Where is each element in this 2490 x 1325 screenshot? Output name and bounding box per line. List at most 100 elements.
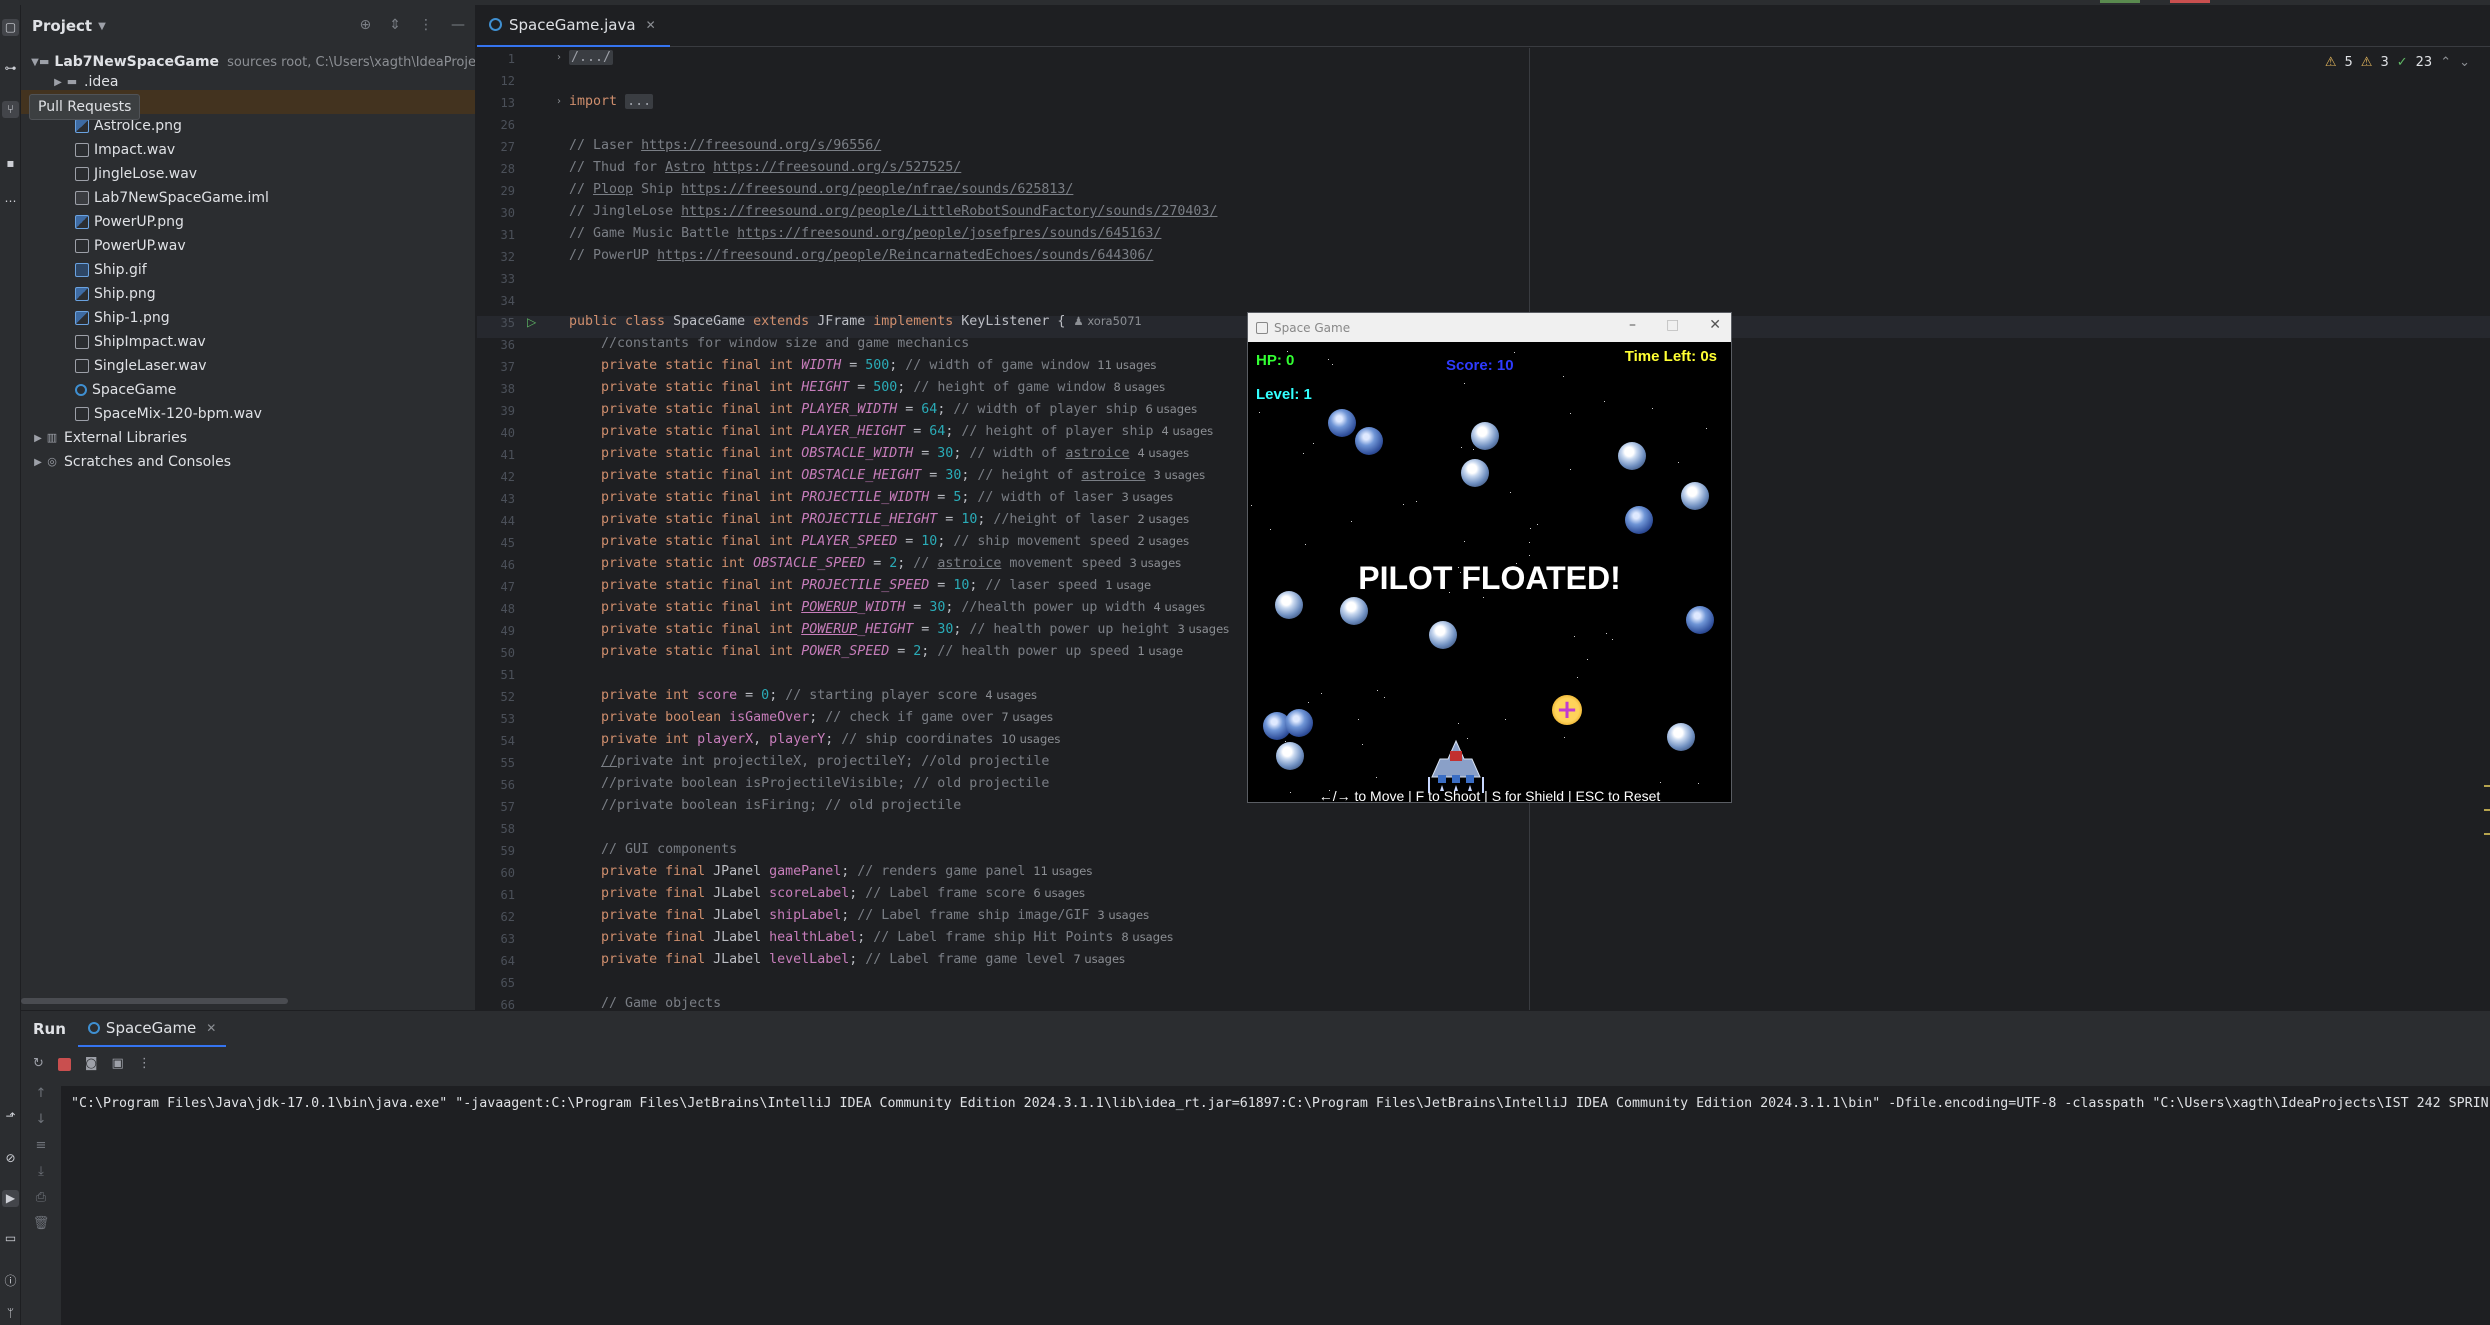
terminal-icon[interactable]: ▭ xyxy=(2,1230,19,1247)
star xyxy=(1377,690,1378,691)
warning-icon: ⚠ xyxy=(2324,55,2337,70)
chevron-right-icon[interactable]: ▶ xyxy=(51,77,65,88)
git-icon[interactable]: ᛘ xyxy=(2,1305,19,1322)
console-output[interactable]: "C:\Program Files\Java\jdk-17.0.1\bin\ja… xyxy=(61,1086,2490,1325)
health-powerup-icon: + xyxy=(1552,695,1582,725)
line-number: 62 xyxy=(500,910,515,924)
audio-file-icon xyxy=(75,407,89,421)
editor-tab[interactable]: SpaceGame.java ✕ xyxy=(477,5,670,47)
line-number: 63 xyxy=(500,932,515,946)
problems-icon[interactable]: ⓘ xyxy=(2,1273,19,1290)
star xyxy=(1403,504,1404,505)
star xyxy=(1358,719,1359,720)
run-gutter-icon[interactable]: ▷ xyxy=(527,315,536,329)
asteroid xyxy=(1686,606,1714,634)
fold-chevron-icon[interactable]: › xyxy=(557,52,561,63)
tree-item[interactable]: SpaceGame xyxy=(21,378,475,402)
tree-item[interactable]: SpaceMix-120-bpm.wav xyxy=(21,402,475,426)
tree-item[interactable]: ShipImpact.wav xyxy=(21,330,475,354)
asteroid xyxy=(1618,442,1646,470)
fold-chevron-icon[interactable]: › xyxy=(557,96,561,107)
commit-icon[interactable]: ⊶ xyxy=(2,60,19,77)
close-icon[interactable]: ✕ xyxy=(646,18,656,32)
tree-item-scratches[interactable]: ▶ ◎ Scratches and Consoles xyxy=(21,450,475,474)
tree-item[interactable]: Ship.png xyxy=(21,282,475,306)
tree-item-idea[interactable]: ▶ ▬ .idea xyxy=(21,74,475,90)
tree-item-external-libraries[interactable]: ▶ ▥ External Libraries xyxy=(21,426,475,450)
line-number: 26 xyxy=(500,118,515,132)
star xyxy=(1678,462,1679,463)
hp-label: HP: 0 xyxy=(1256,352,1295,369)
run-tab[interactable]: SpaceGame ✕ xyxy=(77,1011,227,1047)
library-icon: ▥ xyxy=(46,431,58,444)
more-icon[interactable]: ⋯ xyxy=(2,193,19,210)
scroll-to-end-icon[interactable]: ⤓ xyxy=(21,1164,61,1190)
game-canvas[interactable]: HP: 0 Score: 10 Time Left: 0s Level: 1 P… xyxy=(1248,342,1731,802)
tree-item[interactable]: Ship.gif xyxy=(21,258,475,282)
chevron-up-icon[interactable]: ⌃ xyxy=(2440,55,2451,70)
rerun-icon[interactable]: ↻ xyxy=(33,1056,44,1071)
star xyxy=(1510,492,1511,493)
star xyxy=(1612,639,1613,640)
tree-item[interactable]: PowerUP.png xyxy=(21,210,475,234)
space-game-window[interactable]: Space Game – □ ✕ HP: 0 Score: 10 Time Le… xyxy=(1247,312,1732,803)
screenshot-icon[interactable]: ◙ xyxy=(85,1056,98,1071)
tree-item[interactable]: JingleLose.wav xyxy=(21,162,475,186)
tree-item[interactable]: SingleLaser.wav xyxy=(21,354,475,378)
tree-item[interactable]: Ship-1.png xyxy=(21,306,475,330)
services-icon[interactable]: ⊘ xyxy=(2,1150,19,1167)
chevron-down-icon[interactable]: ⌄ xyxy=(2459,55,2470,70)
chevron-right-icon[interactable]: ▶ xyxy=(31,433,45,444)
soft-wrap-icon[interactable]: ≡ xyxy=(21,1138,61,1164)
minimize-icon[interactable]: – xyxy=(1629,317,1636,333)
hide-icon[interactable]: — xyxy=(451,17,465,33)
code-line: import ... xyxy=(569,94,654,109)
tree-root[interactable]: ▼ ▬ Lab7NewSpaceGame sources root, C:\Us… xyxy=(21,50,476,74)
line-number: 44 xyxy=(500,514,515,528)
structure-icon[interactable]: ▪ xyxy=(2,155,19,172)
arrow-down-icon[interactable]: ↓ xyxy=(21,1112,61,1138)
tree-item-label: SpaceMix-120-bpm.wav xyxy=(94,406,262,422)
star xyxy=(1574,636,1575,637)
root-hint: sources root, C:\Users\xagth\IdeaProje xyxy=(227,54,476,70)
more-icon[interactable]: ⋮ xyxy=(138,1056,151,1071)
plugins-icon[interactable]: ⬏ xyxy=(2,1108,19,1125)
locate-icon[interactable]: ⊕ xyxy=(360,17,372,33)
stop-icon[interactable] xyxy=(57,1058,71,1071)
star xyxy=(1461,447,1462,448)
clear-icon[interactable]: 🗑 xyxy=(21,1216,61,1242)
project-icon[interactable]: ▢ xyxy=(2,19,19,36)
code-line: private final JLabel shipLabel; // Label… xyxy=(601,908,1150,923)
star xyxy=(1537,524,1538,525)
code-line: //constants for window size and game mec… xyxy=(601,336,970,351)
chevron-right-icon[interactable]: ▶ xyxy=(31,457,45,468)
star xyxy=(1313,443,1314,444)
star xyxy=(1305,544,1306,545)
arrow-up-icon[interactable]: ↑ xyxy=(21,1086,61,1112)
close-icon[interactable]: ✕ xyxy=(206,1021,216,1035)
line-number: 30 xyxy=(500,206,515,220)
close-icon[interactable]: ✕ xyxy=(1709,317,1721,333)
tree-item[interactable]: Impact.wav xyxy=(21,138,475,162)
layout-icon[interactable]: ▣ xyxy=(112,1056,124,1071)
game-titlebar[interactable]: Space Game – □ ✕ xyxy=(1248,313,1731,342)
options-icon[interactable]: ⋮ xyxy=(419,17,433,33)
line-number: 58 xyxy=(500,822,515,836)
code-line: private final JPanel gamePanel; // rende… xyxy=(601,864,1093,879)
collapse-all-icon[interactable]: ⇕ xyxy=(389,17,401,33)
code-line: private static final int PROJECTILE_WIDT… xyxy=(601,490,1174,505)
tree-item[interactable]: PowerUP.wav xyxy=(21,234,475,258)
maximize-icon[interactable]: □ xyxy=(1666,317,1679,333)
run-tool-icon[interactable]: ▶ xyxy=(2,1190,19,1207)
code-line: // Game Music Battle https://freesound.o… xyxy=(569,226,1162,241)
pull-requests-icon[interactable]: ⑂ xyxy=(2,101,19,118)
inspection-widget[interactable]: ⚠ 5 ⚠ 3 ✓ 23 ⌃ ⌄ xyxy=(2325,55,2470,70)
horizontal-scrollbar[interactable] xyxy=(21,998,288,1004)
tree-item[interactable]: Lab7NewSpaceGame.iml xyxy=(21,186,475,210)
project-panel: Project ▼ ⊕ ⇕ ⋮ — ▼ ▬ Lab7NewSpaceGame s… xyxy=(21,5,476,1010)
print-icon[interactable]: ⎙ xyxy=(21,1190,61,1216)
code-line: // Thud for Astro https://freesound.org/… xyxy=(569,160,962,175)
window-accent xyxy=(2100,0,2140,3)
chevron-down-icon[interactable]: ▼ xyxy=(31,57,39,68)
line-number: 43 xyxy=(500,492,515,506)
